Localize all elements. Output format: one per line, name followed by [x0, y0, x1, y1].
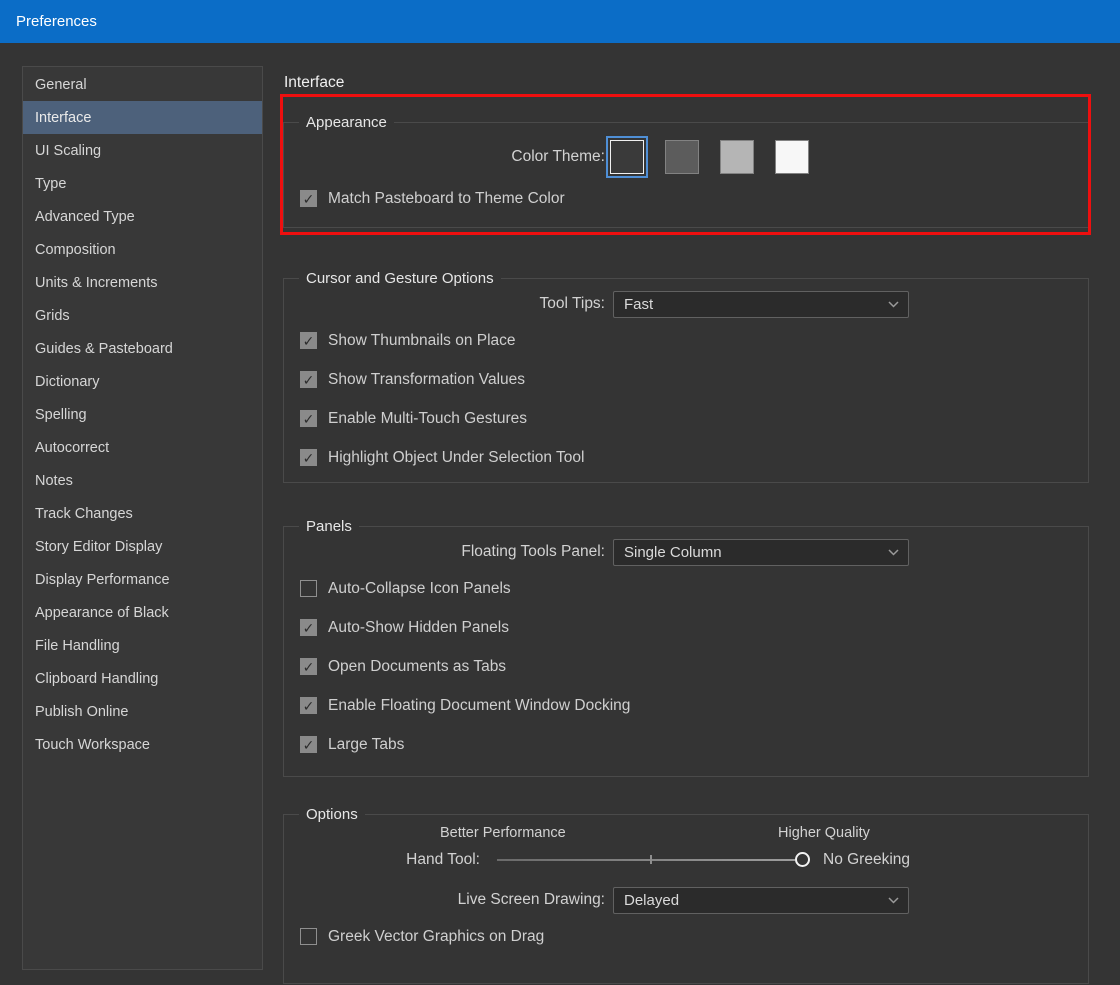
color-theme-swatch-medium-light[interactable] — [720, 140, 754, 174]
sidebar-item-story-editor-display[interactable]: Story Editor Display — [23, 530, 262, 563]
floating-tools-panel-row: Floating Tools Panel: Single Column — [284, 535, 1088, 569]
checkbox-box[interactable] — [300, 190, 317, 207]
checkbox-label: Greek Vector Graphics on Drag — [328, 928, 544, 946]
live-screen-drawing-value: Delayed — [624, 892, 679, 909]
checkbox-highlight-object-under-selection-tool[interactable]: Highlight Object Under Selection Tool — [300, 438, 1088, 477]
slider-track — [497, 859, 795, 861]
sidebar-item-interface[interactable]: Interface — [23, 101, 262, 134]
cursor-gesture-group-title: Cursor and Gesture Options — [299, 270, 501, 287]
preferences-dialog: Preferences General Interface UI Scaling… — [0, 0, 1120, 985]
color-theme-row: Color Theme: — [284, 135, 1088, 179]
checkbox-open-documents-as-tabs[interactable]: Open Documents as Tabs — [300, 647, 1088, 686]
options-group-title: Options — [299, 806, 365, 823]
page-title: Interface — [284, 74, 344, 92]
checkbox-box[interactable] — [300, 658, 317, 675]
checkbox-large-tabs[interactable]: Large Tabs — [300, 725, 1088, 764]
checkbox-label: Show Thumbnails on Place — [328, 332, 516, 350]
checkbox-label: Highlight Object Under Selection Tool — [328, 449, 584, 467]
performance-labels-row: Better Performance Higher Quality — [284, 825, 1088, 845]
panels-group-title: Panels — [299, 518, 359, 535]
sidebar-item-spelling[interactable]: Spelling — [23, 398, 262, 431]
sidebar-item-clipboard-handling[interactable]: Clipboard Handling — [23, 662, 262, 695]
checkbox-show-thumbnails-on-place[interactable]: Show Thumbnails on Place — [300, 321, 1088, 360]
slider-center-tick — [650, 855, 652, 864]
tool-tips-label: Tool Tips: — [284, 295, 605, 313]
sidebar-item-general[interactable]: General — [23, 68, 262, 101]
better-performance-label: Better Performance — [440, 825, 566, 841]
checkbox-match-pasteboard[interactable]: Match Pasteboard to Theme Color — [300, 179, 1088, 218]
checkbox-box[interactable] — [300, 449, 317, 466]
color-theme-swatch-medium-dark[interactable] — [665, 140, 699, 174]
sidebar-item-display-performance[interactable]: Display Performance — [23, 563, 262, 596]
sidebar-item-grids[interactable]: Grids — [23, 299, 262, 332]
hand-tool-value-label: No Greeking — [823, 851, 910, 869]
checkbox-box[interactable] — [300, 580, 317, 597]
checkbox-label: Large Tabs — [328, 736, 404, 754]
checkbox-greek-vector-graphics-on-drag[interactable]: Greek Vector Graphics on Drag — [300, 917, 1088, 956]
sidebar-item-file-handling[interactable]: File Handling — [23, 629, 262, 662]
checkbox-auto-show-hidden-panels[interactable]: Auto-Show Hidden Panels — [300, 608, 1088, 647]
checkbox-box[interactable] — [300, 332, 317, 349]
chevron-down-icon — [888, 549, 899, 556]
checkbox-label: Show Transformation Values — [328, 371, 525, 389]
chevron-down-icon — [888, 301, 899, 308]
appearance-group: Appearance Color Theme: Match Pasteboard… — [283, 114, 1089, 228]
checkbox-label: Enable Floating Document Window Docking — [328, 697, 630, 715]
higher-quality-label: Higher Quality — [778, 825, 870, 841]
panels-group: Panels Floating Tools Panel: Single Colu… — [283, 518, 1089, 777]
color-theme-label: Color Theme: — [284, 148, 605, 166]
hand-tool-slider[interactable] — [497, 851, 803, 869]
sidebar-item-units-increments[interactable]: Units & Increments — [23, 266, 262, 299]
checkbox-label: Auto-Show Hidden Panels — [328, 619, 509, 637]
checkbox-box[interactable] — [300, 736, 317, 753]
hand-tool-label: Hand Tool: — [284, 851, 480, 869]
checkbox-box[interactable] — [300, 371, 317, 388]
floating-tools-panel-select[interactable]: Single Column — [613, 539, 909, 566]
color-theme-swatch-light[interactable] — [775, 140, 809, 174]
checkbox-box[interactable] — [300, 619, 317, 636]
sidebar-item-type[interactable]: Type — [23, 167, 262, 200]
options-group: Options Better Performance Higher Qualit… — [283, 806, 1089, 984]
sidebar-item-ui-scaling[interactable]: UI Scaling — [23, 134, 262, 167]
sidebar-item-dictionary[interactable]: Dictionary — [23, 365, 262, 398]
color-theme-swatch-dark[interactable] — [610, 140, 644, 174]
cursor-gesture-group: Cursor and Gesture Options Tool Tips: Fa… — [283, 270, 1089, 483]
tool-tips-row: Tool Tips: Fast — [284, 287, 1088, 321]
sidebar-item-touch-workspace[interactable]: Touch Workspace — [23, 728, 262, 761]
checkbox-auto-collapse-icon-panels[interactable]: Auto-Collapse Icon Panels — [300, 569, 1088, 608]
live-screen-drawing-select[interactable]: Delayed — [613, 887, 909, 914]
checkbox-box[interactable] — [300, 410, 317, 427]
checkbox-label: Auto-Collapse Icon Panels — [328, 580, 511, 598]
checkbox-show-transformation-values[interactable]: Show Transformation Values — [300, 360, 1088, 399]
title-bar: Preferences — [0, 0, 1120, 43]
tool-tips-value: Fast — [624, 296, 653, 313]
checkbox-enable-multi-touch-gestures[interactable]: Enable Multi-Touch Gestures — [300, 399, 1088, 438]
checkbox-label: Open Documents as Tabs — [328, 658, 506, 676]
tool-tips-select[interactable]: Fast — [613, 291, 909, 318]
chevron-down-icon — [888, 897, 899, 904]
sidebar-item-publish-online[interactable]: Publish Online — [23, 695, 262, 728]
checkbox-label: Match Pasteboard to Theme Color — [328, 190, 565, 208]
floating-tools-panel-value: Single Column — [624, 544, 722, 561]
checkbox-label: Enable Multi-Touch Gestures — [328, 410, 527, 428]
appearance-group-title: Appearance — [299, 114, 394, 131]
checkbox-enable-floating-document-window-docking[interactable]: Enable Floating Document Window Docking — [300, 686, 1088, 725]
floating-tools-panel-label: Floating Tools Panel: — [284, 543, 605, 561]
preferences-sidebar: General Interface UI Scaling Type Advanc… — [22, 66, 263, 970]
live-screen-drawing-label: Live Screen Drawing: — [284, 891, 605, 909]
sidebar-item-guides-pasteboard[interactable]: Guides & Pasteboard — [23, 332, 262, 365]
live-screen-drawing-row: Live Screen Drawing: Delayed — [284, 883, 1088, 917]
window-title: Preferences — [16, 13, 97, 30]
sidebar-item-notes[interactable]: Notes — [23, 464, 262, 497]
hand-tool-slider-handle[interactable] — [795, 852, 810, 867]
sidebar-item-autocorrect[interactable]: Autocorrect — [23, 431, 262, 464]
sidebar-item-appearance-of-black[interactable]: Appearance of Black — [23, 596, 262, 629]
sidebar-item-composition[interactable]: Composition — [23, 233, 262, 266]
sidebar-item-advanced-type[interactable]: Advanced Type — [23, 200, 262, 233]
sidebar-item-track-changes[interactable]: Track Changes — [23, 497, 262, 530]
checkbox-box[interactable] — [300, 928, 317, 945]
checkbox-box[interactable] — [300, 697, 317, 714]
color-theme-swatches — [610, 140, 809, 174]
hand-tool-row: Hand Tool: No Greeking — [284, 845, 1088, 875]
